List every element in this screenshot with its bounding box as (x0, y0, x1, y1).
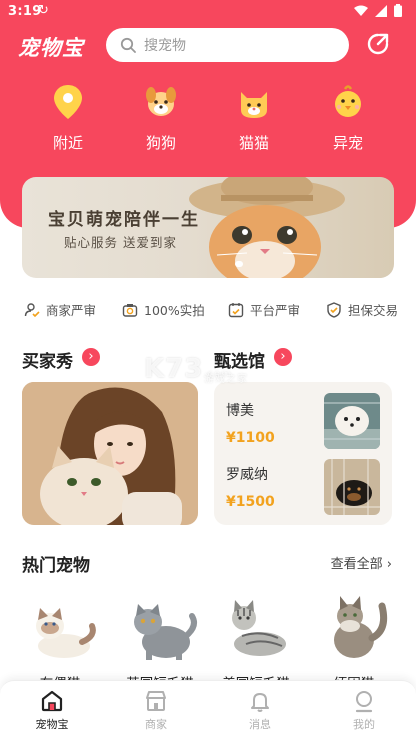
nav-profile[interactable]: 我的 (334, 689, 394, 732)
watermark: K73.com 游戏之家 (144, 354, 248, 385)
top-bar: 宠物宝 搜宠物 (0, 26, 416, 66)
selection-item-name[interactable]: 博美 (226, 400, 254, 420)
merchant-check-icon (24, 302, 40, 317)
banner-title: 宝贝萌宠陪伴一生 (48, 210, 200, 230)
category-cats[interactable]: 猫猫 (224, 82, 284, 153)
dog-icon (146, 87, 176, 116)
nav-home[interactable]: 宠物宝 (22, 689, 82, 732)
sync-icon: ↻ (38, 3, 49, 18)
pet-item[interactable]: 英国短毛猫 (112, 586, 208, 692)
selection-arrow-icon[interactable]: › (274, 348, 292, 366)
signal-icon (375, 4, 387, 17)
pet-item[interactable]: 缅因猫 (306, 586, 402, 692)
watermark-text: K73 (144, 354, 204, 384)
status-time: 3:19 (8, 4, 42, 19)
status-bar: 3:19 ↻ (0, 0, 416, 24)
category-label: 猫猫 (238, 134, 269, 152)
selection-item-name[interactable]: 罗威纳 (226, 464, 268, 484)
feature-label: 商家严审 (46, 303, 97, 318)
selection-item-price: ¥1500 (226, 494, 275, 510)
nav-label: 我的 (353, 718, 375, 731)
feature-row: 商家严审 100%实拍 平台严审 担保交易 (0, 300, 416, 322)
bell-icon (251, 693, 269, 712)
banner-subtitle: 贴心服务 送爱到家 (64, 235, 177, 250)
buyer-show-arrow-icon[interactable]: › (82, 348, 100, 366)
chick-icon (335, 85, 361, 117)
feature-label: 100%实拍 (144, 303, 205, 318)
category-row: 附近 狗狗 猫猫 异宠 (0, 82, 416, 162)
american-shorthair-image (232, 600, 286, 656)
share-icon[interactable] (366, 32, 390, 56)
feature-platform-review: 平台严审 (228, 300, 300, 319)
pomeranian-image (324, 393, 380, 449)
category-nearby[interactable]: 附近 (38, 82, 98, 153)
promo-banner[interactable]: 宝贝萌宠陪伴一生 贴心服务 送爱到家 (22, 177, 394, 278)
category-label: 附近 (52, 134, 83, 152)
feature-guarantee: 担保交易 (326, 300, 398, 319)
maine-coon-image (334, 596, 388, 658)
feature-real-photo: 100%实拍 (122, 300, 205, 319)
category-exotic[interactable]: 异宠 (318, 82, 378, 153)
category-label: 异宠 (332, 134, 363, 152)
hot-pets-title: 热门宠物 (22, 556, 90, 576)
nav-label: 商家 (145, 718, 167, 731)
search-placeholder: 搜宠物 (144, 38, 186, 54)
wifi-icon (354, 5, 368, 16)
shield-check-icon (327, 301, 341, 318)
feature-label: 平台严审 (250, 303, 301, 318)
nav-store[interactable]: 商家 (126, 689, 186, 732)
selection-item-image[interactable] (324, 459, 380, 515)
status-icons (354, 4, 402, 17)
calendar-check-icon (228, 302, 244, 317)
buyer-show-image (22, 382, 198, 525)
category-dogs[interactable]: 狗狗 (131, 82, 191, 153)
app-logo: 宠物宝 (18, 36, 84, 60)
search-input[interactable]: 搜宠物 (106, 28, 349, 62)
buyer-show-card[interactable] (22, 382, 198, 525)
search-icon (120, 37, 136, 53)
category-label: 狗狗 (145, 134, 176, 152)
see-all-link[interactable]: 查看全部 › (331, 553, 392, 572)
battery-icon (394, 4, 402, 17)
feature-merchant-review: 商家严审 (24, 300, 96, 319)
cat-icon (241, 92, 267, 118)
nav-messages[interactable]: 消息 (230, 689, 290, 732)
nav-label: 消息 (249, 718, 271, 731)
bottom-nav: 宠物宝 商家 消息 我的 (0, 680, 416, 740)
pet-item[interactable]: 布偶猫 (12, 586, 108, 692)
banner-cat-image (189, 177, 345, 278)
home-icon (41, 690, 63, 712)
camera-icon (122, 303, 138, 317)
nav-label: 宠物宝 (35, 718, 69, 731)
profile-icon (355, 691, 373, 713)
ragdoll-cat-image (36, 608, 96, 658)
banner-dot-active (235, 261, 243, 267)
rottweiler-image (324, 459, 380, 515)
store-icon (146, 691, 166, 711)
pet-item[interactable]: 美国短毛猫 (208, 586, 304, 692)
feature-label: 担保交易 (348, 303, 399, 318)
selection-item-price: ¥1100 (226, 430, 275, 446)
british-shorthair-image (134, 604, 197, 660)
location-pin-icon (54, 85, 82, 119)
buyer-show-title[interactable]: 买家秀 (22, 347, 73, 372)
watermark-sub: 游戏之家 (204, 374, 248, 385)
selection-card[interactable]: 博美 ¥1100 罗威纳 ¥1500 (214, 382, 392, 525)
selection-item-image[interactable] (324, 393, 380, 449)
